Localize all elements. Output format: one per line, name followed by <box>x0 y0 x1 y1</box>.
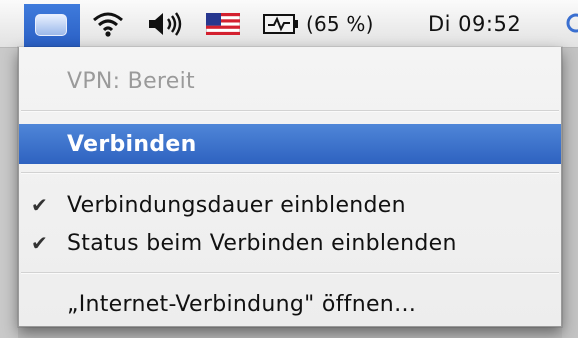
vpn-status-item: VPN: Bereit <box>19 61 561 101</box>
checkmark-icon: ✔ <box>31 231 49 255</box>
battery-percentage[interactable]: (65 %) <box>306 7 374 41</box>
menu-separator <box>21 272 559 274</box>
battery-charging-icon <box>263 14 298 34</box>
desktop-background <box>18 327 562 338</box>
desktop-background <box>562 47 578 338</box>
show-status-label: Status beim Verbinden einblenden <box>67 230 457 256</box>
screen: (65 %) Di 09:52 VPN: Bereit Verbinden ✔ … <box>0 0 578 338</box>
vpn-dropdown-menu: VPN: Bereit Verbinden ✔ Verbindungsdauer… <box>18 47 562 327</box>
input-menu-extra[interactable] <box>206 7 246 41</box>
wifi-icon <box>93 12 123 37</box>
menu-bar: (65 %) Di 09:52 <box>0 0 578 48</box>
spotlight-icon[interactable] <box>564 7 578 41</box>
volume-icon <box>149 12 182 36</box>
checkmark-icon: ✔ <box>31 193 49 217</box>
vpn-screen-icon <box>35 14 67 36</box>
connect-label: Verbinden <box>67 131 197 157</box>
connect-menu-item[interactable]: Verbinden <box>19 124 561 164</box>
desktop-background <box>0 47 18 338</box>
open-internet-connect-label: „Internet-Verbindung" öffnen… <box>67 291 417 317</box>
vpn-status-label: VPN: Bereit <box>67 68 195 94</box>
open-internet-connect-menu-item[interactable]: „Internet-Verbindung" öffnen… <box>19 284 561 324</box>
battery-menu-extra[interactable] <box>262 7 304 41</box>
vpn-menu-extra[interactable] <box>24 4 80 47</box>
menu-bar-clock[interactable]: Di 09:52 <box>428 7 521 41</box>
menu-separator <box>21 172 559 174</box>
wifi-menu-extra[interactable] <box>90 7 130 41</box>
menu-separator <box>21 110 559 112</box>
volume-menu-extra[interactable] <box>146 7 188 41</box>
show-status-menu-item[interactable]: ✔ Status beim Verbinden einblenden <box>19 223 561 263</box>
us-flag-icon <box>206 13 240 35</box>
show-duration-menu-item[interactable]: ✔ Verbindungsdauer einblenden <box>19 185 561 225</box>
show-duration-label: Verbindungsdauer einblenden <box>67 192 406 218</box>
